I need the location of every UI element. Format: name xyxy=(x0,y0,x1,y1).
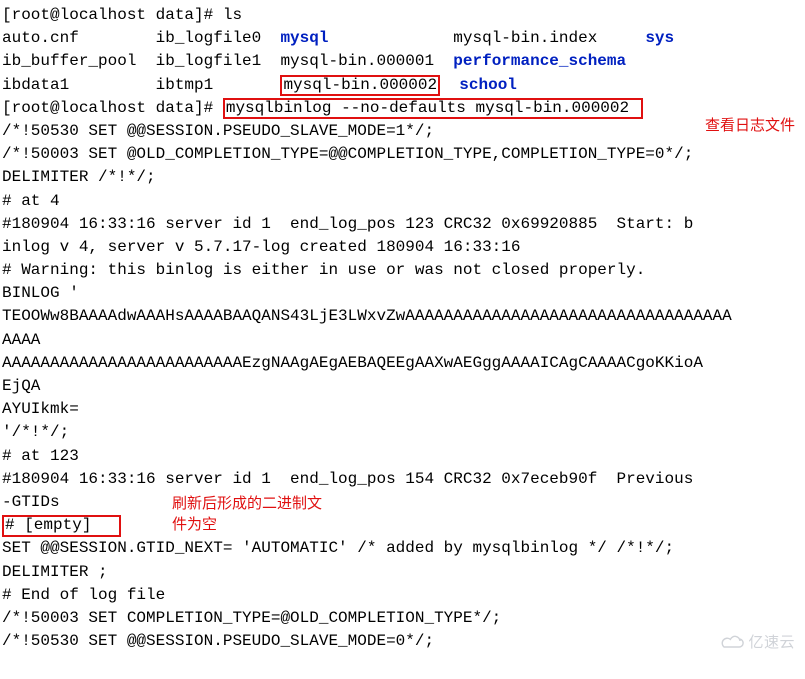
prompt: [root@localhost data]# xyxy=(2,6,223,24)
cloud-icon xyxy=(720,635,746,651)
dir-sys: sys xyxy=(645,29,674,47)
out-l9: TEOOWw8BAAAAdwAAAHsAAAABAAQANS43LjE3LWxv… xyxy=(2,305,803,328)
highlight-command: mysqlbinlog --no-defaults mysql-bin.0000… xyxy=(223,98,643,120)
out-l21: # End of log file xyxy=(2,584,803,607)
file-mysqlbin2: mysql-bin.000002 xyxy=(283,76,437,94)
file-auto-cnf: auto.cnf xyxy=(2,29,156,47)
dir-mysql: mysql xyxy=(280,29,328,47)
pad xyxy=(440,76,459,94)
watermark: 亿速云 xyxy=(720,632,795,654)
out-l13: AYUIkmk= xyxy=(2,398,803,421)
out-l19: SET @@SESSION.GTID_NEXT= 'AUTOMATIC' /* … xyxy=(2,537,803,560)
out-l10: AAAA xyxy=(2,329,803,352)
ls-row-3: ibdata1 ibtmp1 mysql-bin.000002 school xyxy=(2,74,803,97)
file-iblogfile0: ib_logfile0 xyxy=(156,29,281,47)
out-l7: # Warning: this binlog is either in use … xyxy=(2,259,803,282)
out-l18: # [empty] xyxy=(5,516,91,534)
file-mysqlbin-index: mysql-bin.index xyxy=(453,29,645,47)
annotation-empty-line1: 刷新后形成的二进制文 xyxy=(172,493,322,515)
out-l5: #180904 16:33:16 server id 1 end_log_pos… xyxy=(2,213,803,236)
file-iblogfile1: ib_logfile1 xyxy=(156,52,281,70)
watermark-text: 亿速云 xyxy=(748,634,795,651)
out-l6: inlog v 4, server v 5.7.17-log created 1… xyxy=(2,236,803,259)
out-l20: DELIMITER ; xyxy=(2,561,803,584)
out-l22: /*!50003 SET COMPLETION_TYPE=@OLD_COMPLE… xyxy=(2,607,803,630)
out-l16: #180904 16:33:16 server id 1 end_log_pos… xyxy=(2,468,803,491)
annotation-empty-line2: 件为空 xyxy=(172,514,217,536)
highlight-empty: # [empty] xyxy=(2,515,121,537)
out-l18-wrap: # [empty] 件为空 xyxy=(2,514,803,537)
highlight-mysqlbin2: mysql-bin.000002 xyxy=(280,75,440,97)
out-l4: # at 4 xyxy=(2,190,803,213)
out-l2: /*!50003 SET @OLD_COMPLETION_TYPE=@@COMP… xyxy=(2,143,803,166)
out-l23: /*!50530 SET @@SESSION.PSEUDO_SLAVE_MODE… xyxy=(2,630,803,653)
file-ibtmp1: ibtmp1 xyxy=(156,76,281,94)
prompt-mysqlbinlog: [root@localhost data]# mysqlbinlog --no-… xyxy=(2,97,803,120)
out-l15: # at 123 xyxy=(2,445,803,468)
file-ibdata1: ibdata1 xyxy=(2,76,156,94)
out-l17: -GTIDs xyxy=(2,493,60,511)
out-l17-wrap: -GTIDs 刷新后形成的二进制文 xyxy=(2,491,803,514)
ls-row-2: ib_buffer_pool ib_logfile1 mysql-bin.000… xyxy=(2,50,803,73)
out-l12: EjQA xyxy=(2,375,803,398)
dir-performance-schema: performance_schema xyxy=(453,52,626,70)
prompt-ls: [root@localhost data]# ls xyxy=(2,4,803,27)
file-ibbufferpool: ib_buffer_pool xyxy=(2,52,156,70)
out-l11: AAAAAAAAAAAAAAAAAAAAAAAAAEzgNAAgAEgAEBAQ… xyxy=(2,352,803,375)
out-l14: '/*!*/; xyxy=(2,421,803,444)
ls-row-1: auto.cnf ib_logfile0 mysql mysql-bin.ind… xyxy=(2,27,803,50)
annotation-view-log: 查看日志文件 xyxy=(705,115,795,137)
command-mysqlbinlog: mysqlbinlog --no-defaults mysql-bin.0000… xyxy=(226,99,629,117)
out-l1: /*!50530 SET @@SESSION.PSEUDO_SLAVE_MODE… xyxy=(2,120,803,143)
prompt: [root@localhost data]# xyxy=(2,99,223,117)
pad xyxy=(328,29,453,47)
file-mysqlbin1: mysql-bin.000001 xyxy=(280,52,453,70)
dir-school: school xyxy=(459,76,517,94)
out-l3: DELIMITER /*!*/; xyxy=(2,166,803,189)
out-l8: BINLOG ' xyxy=(2,282,803,305)
command-ls: ls xyxy=(223,6,242,24)
